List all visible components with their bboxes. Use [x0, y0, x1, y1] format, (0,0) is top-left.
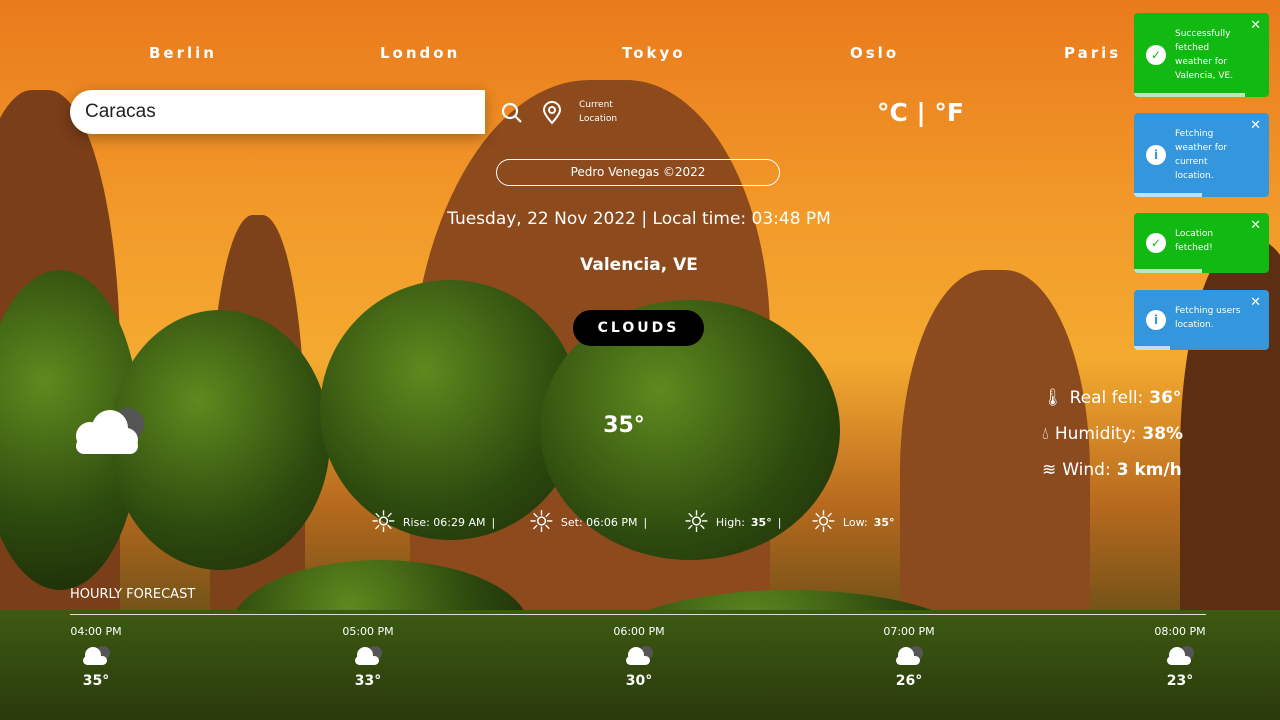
city-link-london[interactable]: London [380, 44, 460, 62]
hour-time: 08:00 PM [1154, 625, 1206, 638]
close-icon[interactable]: ✕ [1250, 119, 1261, 133]
hour-temp: 26° [895, 673, 923, 689]
toast-success[interactable]: ✓ Location fetched! ✕ [1134, 213, 1269, 273]
humidity: 💧︎ Humidity: 38% [1042, 424, 1184, 444]
real-feel: 🌡︎ Real fell: 36° [1042, 388, 1182, 408]
close-icon[interactable]: ✕ [1250, 19, 1261, 33]
weather-details: 🌡︎ Real fell: 36° 💧︎ Humidity: 38% ≋ Wind: 3 k… [1042, 380, 1183, 488]
city-link-oslo[interactable]: Oslo [850, 44, 899, 62]
toast-message: Successfully fetched weather for Valenci… [1175, 29, 1234, 81]
hour-time: 05:00 PM [342, 625, 394, 638]
toast-progress-bar [1134, 269, 1202, 273]
unit-toggle[interactable]: °C | °F [877, 98, 964, 127]
cloud-icon [355, 646, 382, 665]
city-link-berlin[interactable]: Berlin [149, 44, 217, 62]
close-icon[interactable]: ✕ [1250, 296, 1261, 310]
hour-temp: 35° [82, 673, 110, 689]
sun-icon: ☼ [810, 505, 837, 540]
check-circle-icon: ✓ [1146, 45, 1166, 65]
toast-progress-bar [1134, 93, 1245, 97]
cloud-icon [1167, 646, 1194, 665]
wind-icon: ≋ [1042, 460, 1057, 480]
location-pin-icon[interactable] [541, 101, 563, 125]
current-location-button[interactable]: Current Location [579, 98, 629, 126]
date-time: Tuesday, 22 Nov 2022 | Local time: 03:48… [447, 209, 831, 229]
thermometer-icon: 🌡︎ [1042, 388, 1064, 408]
toast-info[interactable]: i Fetching weather for current location. ✕ [1134, 113, 1269, 197]
hourly-item: 06:00 PM 30° [599, 625, 679, 689]
sunset-icon: ☼ [528, 505, 555, 540]
city-link-tokyo[interactable]: Tokyo [622, 44, 686, 62]
current-temperature: 35° [603, 413, 645, 438]
low-temp: ☼ Low: 35° [810, 505, 895, 540]
toast-message: Location fetched! [1175, 229, 1214, 253]
hour-time: 04:00 PM [70, 625, 122, 638]
toast-message: Fetching weather for current location. [1175, 129, 1228, 181]
info-icon: i [1146, 310, 1166, 330]
hourly-item: 05:00 PM 33° [328, 625, 408, 689]
search-input[interactable] [70, 90, 485, 134]
sun-icon: ☼ [683, 505, 710, 540]
hour-time: 06:00 PM [613, 625, 665, 638]
hour-temp: 23° [1166, 673, 1194, 689]
info-icon: i [1146, 145, 1166, 165]
check-circle-icon: ✓ [1146, 233, 1166, 253]
condition-badge: CLOUDS [573, 310, 704, 346]
wind: ≋ Wind: 3 km/h [1042, 460, 1182, 480]
hourly-item: 07:00 PM 26° [869, 625, 949, 689]
cloud-icon [76, 408, 144, 454]
sunset: ☼ Set: 06:06 PM | [528, 505, 648, 540]
close-icon[interactable]: ✕ [1250, 219, 1261, 233]
hourly-forecast-title: HOURLY FORECAST [70, 587, 196, 602]
toast-success[interactable]: ✓ Successfully fetched weather for Valenc… [1134, 13, 1269, 97]
hour-time: 07:00 PM [883, 625, 935, 638]
hour-temp: 33° [354, 673, 382, 689]
cloud-icon [626, 646, 653, 665]
cloud-icon [83, 646, 110, 665]
high-temp: ☼ High: 35° | [683, 505, 782, 540]
hourly-item: 08:00 PM 23° [1140, 625, 1220, 689]
toast-info[interactable]: i Fetching users location. ✕ [1134, 290, 1269, 350]
toast-progress-bar [1134, 193, 1202, 197]
sunrise: ☼ Rise: 06:29 AM | [370, 505, 496, 540]
hourly-item: 04:00 PM 35° [56, 625, 136, 689]
toast-progress-bar [1134, 346, 1171, 350]
toast-message: Fetching users location. [1175, 306, 1241, 330]
credit-badge: Pedro Venegas ©2022 [496, 159, 780, 186]
search-icon[interactable] [500, 101, 524, 125]
sun-icon: ☼ [370, 505, 397, 540]
droplet-icon: 💧︎ [1042, 424, 1049, 444]
divider [70, 614, 1206, 615]
location-name: Valencia, VE [580, 255, 698, 275]
hour-temp: 30° [625, 673, 653, 689]
city-link-paris[interactable]: Paris [1064, 44, 1121, 62]
cloud-icon [896, 646, 923, 665]
